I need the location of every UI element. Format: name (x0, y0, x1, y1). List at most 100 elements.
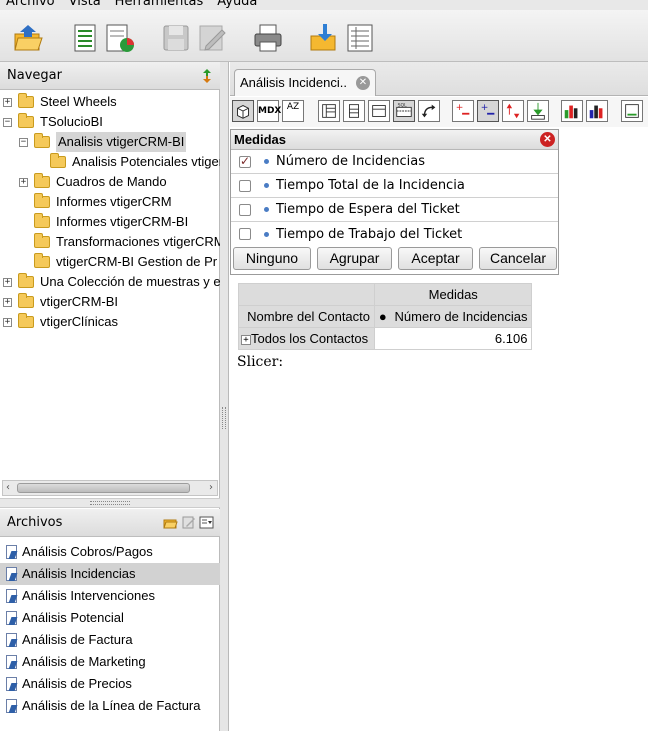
tree-item-transformaciones[interactable]: Transformaciones vtigerCRM (34, 232, 220, 252)
print-config-icon[interactable] (621, 100, 643, 122)
file-item[interactable]: Análisis de Marketing (0, 651, 220, 673)
archivos-title: Archivos (7, 515, 63, 530)
mdx-button[interactable]: MDX (257, 100, 281, 122)
table-row: Nombre del Contacto ● Número de Incidenc… (238, 305, 533, 328)
sort-button[interactable]: AZ (282, 100, 304, 122)
folder-icon (34, 193, 50, 208)
hide-spans-icon[interactable] (343, 100, 365, 122)
menu-herramientas[interactable]: Herramientas (115, 0, 204, 10)
folder-icon (34, 133, 50, 148)
tree-item-steel-wheels[interactable]: + Steel Wheels (3, 92, 117, 112)
file-item[interactable]: Análisis Cobros/Pagos (0, 541, 220, 563)
agrupar-button[interactable]: Agrupar (317, 247, 392, 270)
tree-label: Cuadros de Mando (56, 174, 167, 189)
tree-item-coleccion[interactable]: + Una Colección de muestras y e (3, 272, 220, 292)
chart-config-icon[interactable] (586, 100, 608, 122)
file-item[interactable]: Análisis de la Línea de Factura (0, 695, 220, 717)
folder-icon (18, 93, 34, 108)
bullet-icon (264, 183, 269, 188)
close-icon[interactable]: ✕ (356, 76, 370, 90)
new-analysis-icon[interactable] (104, 22, 136, 54)
collapse-icon[interactable]: − (19, 137, 28, 147)
edit-icon[interactable] (182, 516, 196, 529)
measure-header[interactable]: Número de Incidencias (390, 305, 533, 328)
publish-icon[interactable] (308, 22, 340, 54)
tab-analisis-incidencias[interactable]: Análisis Incidenci.. ✕ (234, 69, 376, 96)
tree-item-informes[interactable]: Informes vtigerCRM (34, 192, 172, 212)
file-item-selected[interactable]: Análisis Incidencias (0, 563, 220, 585)
tree-item-vtigerclinicas[interactable]: + vtigerClínicas (3, 312, 118, 332)
measure-checkbox[interactable] (239, 154, 251, 168)
tree-horizontal-scrollbar[interactable]: ‹ › (2, 480, 218, 496)
menu-vista[interactable]: Vista (69, 0, 101, 10)
drill-position-icon[interactable]: + (477, 100, 499, 122)
file-item[interactable]: Análisis Potencial (0, 607, 220, 629)
file-label: Análisis Intervenciones (22, 588, 155, 603)
tree-item-cuadros[interactable]: + Cuadros de Mando (19, 172, 167, 192)
ninguno-button[interactable]: Ninguno (233, 247, 311, 270)
analysis-file-icon (5, 698, 19, 714)
expand-icon[interactable]: + (241, 334, 251, 345)
scrollbar-thumb[interactable] (17, 483, 190, 493)
splitter-grip (90, 501, 130, 505)
tree-item-tsolucio[interactable]: − TSolucioBI (3, 112, 103, 132)
row-dimension-header[interactable]: Nombre del Contacto (238, 305, 375, 328)
cube-navigator-icon[interactable] (232, 100, 254, 122)
drill-replace-icon[interactable] (502, 100, 524, 122)
menu-ayuda[interactable]: Ayuda (217, 0, 257, 10)
tree-item-analisis-vtiger[interactable]: − Analisis vtigerCRM-BI (19, 132, 187, 152)
refresh-icon[interactable] (200, 68, 214, 84)
new-report-icon[interactable] (70, 22, 102, 54)
measure-checkbox[interactable] (239, 228, 251, 240)
file-item[interactable]: Análisis de Precios (0, 673, 220, 695)
chart-icon[interactable] (561, 100, 583, 122)
measure-option[interactable]: Tiempo Total de la Incidencia (231, 174, 558, 198)
vertical-splitter[interactable] (220, 62, 229, 731)
folder-icon (50, 153, 66, 168)
expand-icon[interactable]: + (19, 177, 28, 187)
file-item[interactable]: Análisis Intervenciones (0, 585, 220, 607)
cancelar-button[interactable]: Cancelar (479, 247, 557, 270)
save-icon[interactable] (160, 22, 192, 54)
tree-item-gestion[interactable]: vtigerCRM-BI Gestion de Pr (34, 252, 217, 272)
value-cell: 6.106 (373, 327, 533, 350)
measure-option[interactable]: Tiempo de Trabajo del Ticket (231, 222, 558, 246)
scroll-left-icon[interactable]: ‹ (6, 481, 10, 495)
row-member-cell: + Todos los Contactos (238, 327, 375, 350)
tree-label: Steel Wheels (40, 94, 117, 109)
horizontal-splitter[interactable] (0, 498, 220, 508)
workspace-icon[interactable] (344, 22, 376, 54)
drill-through-icon[interactable] (527, 100, 549, 122)
show-parents-icon[interactable] (318, 100, 340, 122)
tree-item-analisis-potenciales[interactable]: Analisis Potenciales vtiger (50, 152, 220, 172)
suppress-empty-icon[interactable]: SQL (393, 100, 415, 122)
file-item[interactable]: Análisis de Factura (0, 629, 220, 651)
swap-axes-icon[interactable] (418, 100, 440, 122)
scroll-right-icon[interactable]: › (209, 481, 213, 495)
measure-option[interactable]: Tiempo de Espera del Ticket (231, 198, 558, 222)
edit-icon[interactable] (196, 22, 228, 54)
close-icon[interactable]: ✕ (540, 132, 555, 147)
row-member-label[interactable]: Todos los Contactos (251, 331, 368, 346)
expand-icon[interactable]: + (3, 97, 12, 107)
list-options-icon[interactable] (199, 516, 214, 529)
tree-label: Transformaciones vtigerCRM (56, 234, 220, 249)
tree-label: Una Colección de muestras y e (40, 274, 220, 289)
expand-icon[interactable]: + (3, 317, 12, 327)
analysis-file-icon (5, 610, 19, 626)
tree-item-vtigercrm-bi[interactable]: + vtigerCRM-BI (3, 292, 118, 312)
collapse-icon[interactable]: − (3, 117, 12, 127)
menu-archivo[interactable]: Archivo (6, 0, 55, 10)
measure-option[interactable]: Número de Incidencias (231, 150, 558, 174)
aceptar-button[interactable]: Aceptar (398, 247, 473, 270)
measure-checkbox[interactable] (239, 179, 251, 192)
open-folder-icon[interactable] (12, 22, 44, 54)
expand-icon[interactable]: + (3, 297, 12, 307)
drill-member-icon[interactable]: + (452, 100, 474, 122)
properties-icon[interactable] (368, 100, 390, 122)
tree-item-informes-bi[interactable]: Informes vtigerCRM-BI (34, 212, 188, 232)
measure-checkbox[interactable] (239, 203, 251, 216)
open-folder-icon[interactable] (163, 516, 178, 529)
expand-icon[interactable]: + (3, 277, 12, 287)
print-icon[interactable] (252, 22, 284, 54)
